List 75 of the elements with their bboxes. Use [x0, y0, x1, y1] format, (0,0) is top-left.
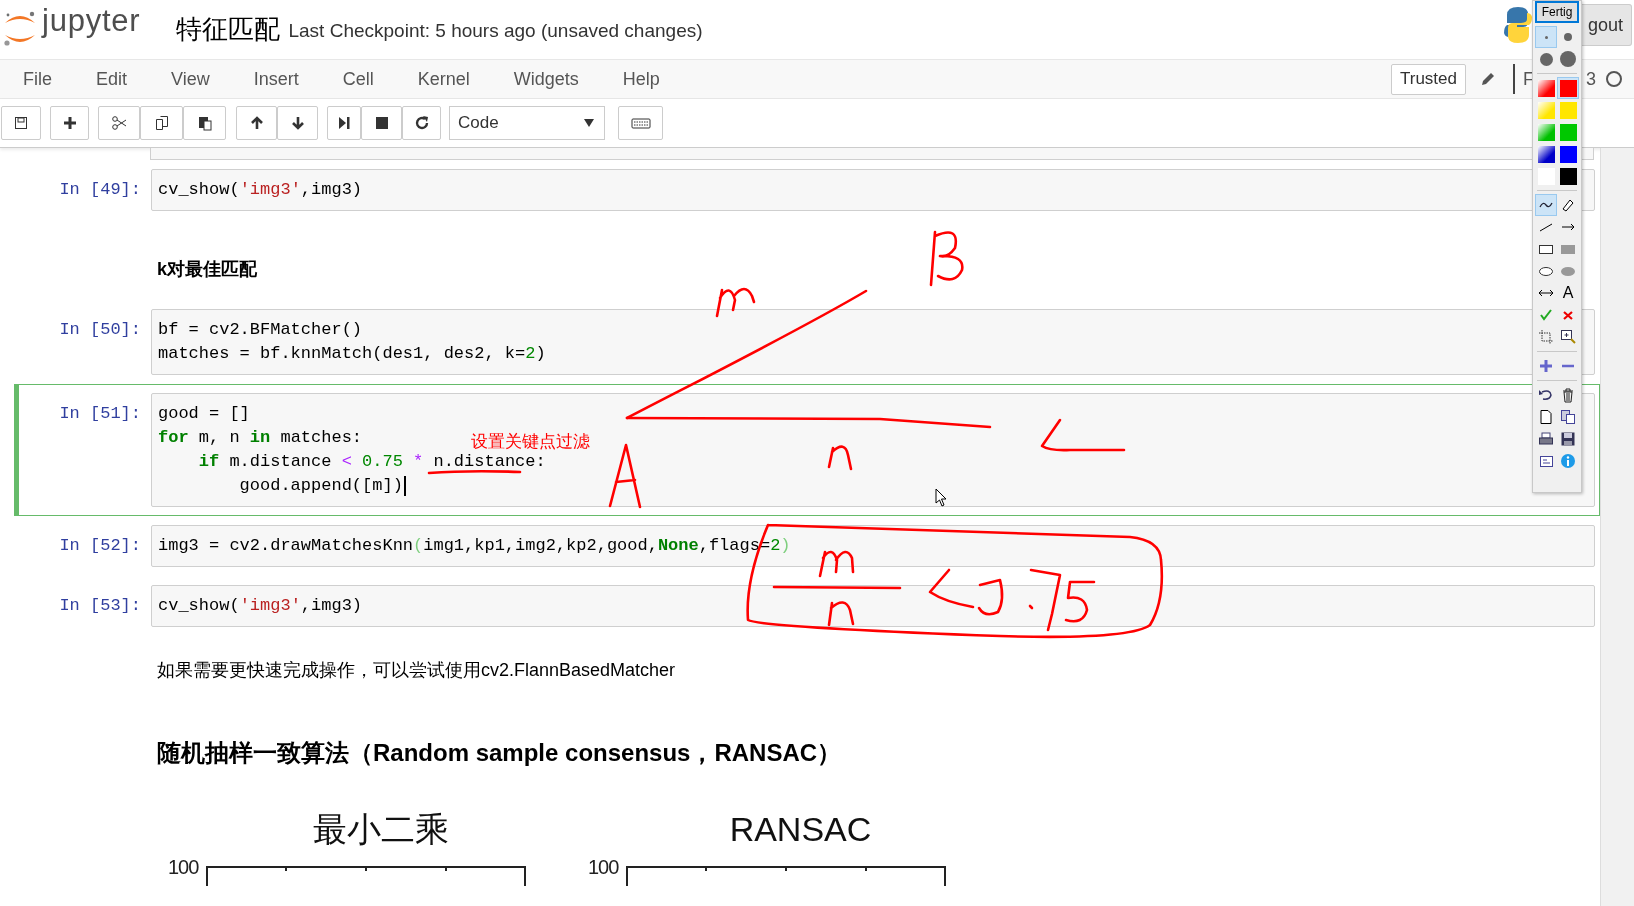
scrollbar[interactable]	[1600, 148, 1634, 906]
down-icon	[289, 115, 306, 131]
trusted-button[interactable]: Trusted	[1390, 63, 1466, 95]
blank-page-icon	[1538, 409, 1554, 425]
menu-item[interactable]: File	[1, 65, 74, 93]
cell-prompt: In [50]:	[58, 319, 142, 341]
text-cursor	[403, 476, 406, 496]
markdown-subheading: k对最佳匹配	[157, 258, 257, 281]
accept-icon	[1538, 307, 1554, 323]
undo-icon	[1538, 387, 1554, 403]
y-tick-label: 100	[168, 855, 199, 879]
pencil-icon[interactable]	[1480, 71, 1496, 87]
stop-icon	[373, 115, 390, 131]
copy-icon	[1560, 409, 1576, 425]
code-input[interactable]: bf = cv2.BFMatcher() matches = bf.knnMatch(des1, des2, k=2)	[151, 309, 1595, 375]
restart-icon	[413, 115, 430, 131]
save-button[interactable]	[1, 106, 41, 140]
plus-icon	[61, 115, 78, 131]
kernel-version: 3	[1586, 67, 1596, 91]
scissors-icon	[111, 115, 127, 131]
checkpoint-status: Last Checkpoint: 5 hours ago (unsaved changes)	[288, 19, 703, 44]
markdown-paragraph: 如果需要更快速完成操作，可以尝试使用cv2.FlannBasedMatcher	[157, 659, 676, 682]
keyboard-button[interactable]	[618, 106, 663, 140]
crop-icon	[1538, 329, 1554, 345]
code-input[interactable]: cv_show('img3',img3)	[151, 585, 1595, 627]
zoom-icon	[1560, 329, 1576, 345]
menu-item[interactable]: Help	[600, 65, 682, 93]
eraser-icon	[1560, 197, 1576, 213]
step-icon	[336, 115, 352, 131]
python-logo-icon	[1503, 5, 1533, 45]
logo-text[interactable]: jupyter	[42, 0, 141, 45]
cell-type-select[interactable]: Code	[449, 106, 605, 140]
copy-icon	[153, 115, 170, 131]
save-icon	[13, 115, 29, 131]
menu-item[interactable]: Edit	[74, 65, 150, 93]
mouse-pointer-icon	[935, 488, 949, 508]
plus-button[interactable]	[50, 106, 89, 140]
cell-prompt: In [53]:	[58, 595, 142, 617]
done-button[interactable]: Fertig	[1535, 1, 1579, 23]
markdown-heading: 随机抽样一致算法（Random sample consensus，RANSAC）	[157, 738, 842, 768]
plot-title: 最小二乘	[312, 809, 449, 849]
paste-button[interactable]	[183, 106, 226, 140]
plot-title: RANSAC	[729, 809, 872, 849]
menu-item[interactable]: Kernel	[395, 65, 492, 93]
y-tick-label: 100	[588, 855, 619, 879]
step-button[interactable]	[327, 106, 361, 140]
kernel-name: F	[1523, 67, 1534, 91]
keyboard-icon	[630, 115, 651, 131]
notebook-title[interactable]: 特征匹配	[176, 10, 281, 49]
save-icon	[1560, 431, 1576, 447]
logout-button[interactable]: gout	[1582, 4, 1632, 46]
cell-prompt: In [52]:	[58, 535, 142, 557]
printer-icon	[1538, 431, 1554, 447]
info-icon	[1560, 453, 1576, 469]
stop-button[interactable]	[361, 106, 402, 140]
window-icon	[1538, 453, 1554, 469]
text-tool-button[interactable]: A	[1557, 282, 1579, 304]
down-button[interactable]	[277, 106, 318, 140]
cell-prompt: In [49]:	[58, 179, 142, 201]
up-button[interactable]	[236, 106, 277, 140]
plus-icon	[1538, 358, 1554, 374]
cell-prompt: In [51]:	[58, 403, 142, 425]
code-input[interactable]	[150, 148, 1594, 160]
menu-item[interactable]: Insert	[231, 65, 321, 93]
annotation-note: 设置关键点过滤	[471, 431, 590, 453]
copy-button[interactable]	[140, 106, 183, 140]
menu-item[interactable]: Cell	[320, 65, 396, 93]
squiggle-tool-button[interactable]	[1535, 194, 1557, 216]
restart-button[interactable]	[402, 106, 441, 140]
menu-item[interactable]: Widgets	[491, 65, 601, 93]
paste-icon	[196, 115, 213, 131]
menu-item[interactable]: View	[149, 65, 232, 93]
scissors-button[interactable]	[98, 106, 140, 140]
caret-icon	[584, 119, 594, 127]
trash-icon	[1560, 387, 1576, 403]
